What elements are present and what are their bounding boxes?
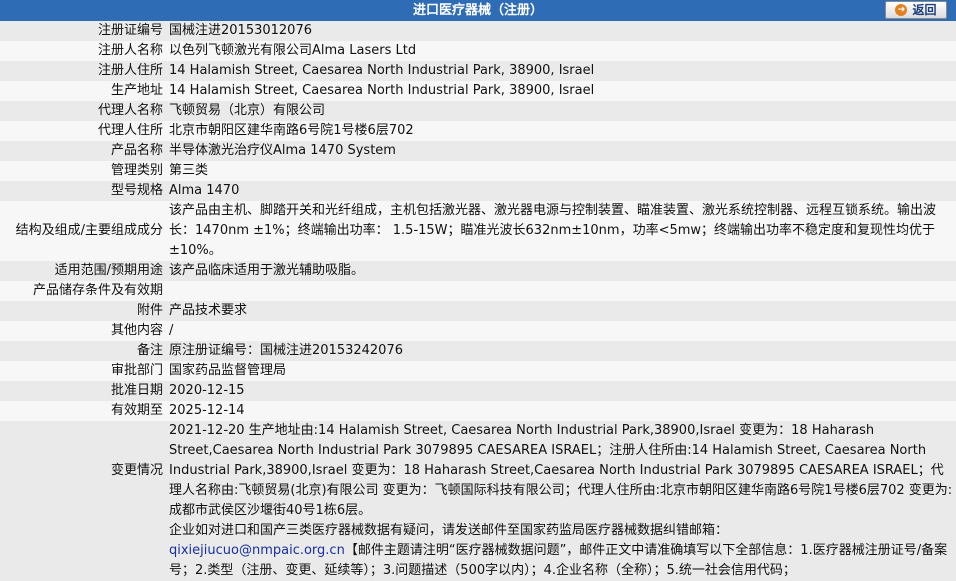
row-label: 备注 xyxy=(136,343,163,358)
page-header: 进口医疗器械（注册） ➜ 返回 xyxy=(0,0,956,21)
back-button-label: 返回 xyxy=(912,3,937,17)
row-label: 注册证编号 xyxy=(97,23,163,38)
row-value: 第三类 xyxy=(169,163,209,178)
row-label: 注册人住所 xyxy=(97,63,163,78)
table-row: 产品储存条件及有效期 xyxy=(0,281,956,301)
row-label: 有效期至 xyxy=(110,403,163,418)
row-label: 管理类别 xyxy=(110,163,163,178)
table-row: 附件 产品技术要求 xyxy=(0,301,956,321)
row-value: 14 Halamish Street, Caesarea North Indus… xyxy=(169,83,595,98)
row-label: 生产地址 xyxy=(110,83,163,98)
table-row: 代理人住所 北京市朝阳区建华南路6号院1号楼6层702 xyxy=(0,121,956,141)
table-row: 型号规格 Alma 1470 xyxy=(0,181,956,201)
table-row: 生产地址 14 Halamish Street, Caesarea North I… xyxy=(0,81,956,101)
back-button[interactable]: ➜ 返回 xyxy=(885,1,947,19)
notice-label xyxy=(0,521,166,581)
row-label: 批准日期 xyxy=(110,383,163,398)
row-value: 国家药品监督管理局 xyxy=(169,363,287,378)
notice-row: 企业如对进口和国产三类医疗器械数据有疑问，请发送邮件至国家药监局医疗器械数据纠错… xyxy=(0,521,956,581)
table-row: 产品名称 半导体激光治疗仪Alma 1470 System xyxy=(0,141,956,161)
row-label: 产品储存条件及有效期 xyxy=(32,283,163,298)
back-arrow-icon: ➜ xyxy=(895,4,908,16)
notice-cell: 企业如对进口和国产三类医疗器械数据有疑问，请发送邮件至国家药监局医疗器械数据纠错… xyxy=(166,521,956,581)
row-value: 北京市朝阳区建华南路6号院1号楼6层702 xyxy=(169,123,414,138)
table-row: 注册人名称 以色列飞顿激光有限公司Alma Lasers Ltd xyxy=(0,41,956,61)
table-row: 注册人住所 14 Halamish Street, Caesarea North … xyxy=(0,61,956,81)
table-row: 其他内容 / xyxy=(0,321,956,341)
detail-table: 注册证编号 国械注进20153012076 注册人名称 以色列飞顿激光有限公司Alma… xyxy=(0,21,956,581)
table-row: 适用范围/预期用途 该产品临床适用于激光辅助吸脂。 xyxy=(0,261,956,281)
row-label: 附件 xyxy=(136,303,163,318)
row-value: 半导体激光治疗仪Alma 1470 System xyxy=(169,143,396,158)
row-label: 审批部门 xyxy=(110,363,163,378)
row-label: 变更情况 xyxy=(110,463,163,478)
row-value: 该产品由主机、脚踏开关和光纤组成，主机包括激光器、激光器电源与控制装置、瞄准装置… xyxy=(169,203,937,258)
row-value: 2020-12-15 xyxy=(169,383,245,398)
row-value: 2021-12-20 生产地址由:14 Halamish Street, Cae… xyxy=(169,423,953,518)
page-title: 进口医疗器械（注册） xyxy=(412,3,543,18)
row-label: 结构及组成/主要组成成分 xyxy=(15,223,163,238)
notice-text-before: 企业如对进口和国产三类医疗器械数据有疑问，请发送邮件至国家药监局医疗器械数据纠错… xyxy=(169,523,729,538)
table-row: 有效期至 2025-12-14 xyxy=(0,401,956,421)
row-label: 型号规格 xyxy=(110,183,163,198)
row-value: 飞顿贸易（北京）有限公司 xyxy=(169,103,326,118)
row-value: 以色列飞顿激光有限公司Alma Lasers Ltd xyxy=(169,43,417,58)
table-row: 变更情况 2021-12-20 生产地址由:14 Halamish Street,… xyxy=(0,421,956,521)
row-label: 代理人住所 xyxy=(97,123,163,138)
table-row: 代理人名称 飞顿贸易（北京）有限公司 xyxy=(0,101,956,121)
table-row: 审批部门 国家药品监督管理局 xyxy=(0,361,956,381)
row-label: 产品名称 xyxy=(110,143,163,158)
row-value xyxy=(166,281,956,301)
row-value: 该产品临床适用于激光辅助吸脂。 xyxy=(169,263,365,278)
table-row: 结构及组成/主要组成成分 该产品由主机、脚踏开关和光纤组成，主机包括激光器、激光器… xyxy=(0,201,956,261)
row-value: 国械注进20153012076 xyxy=(169,23,312,38)
row-value: / xyxy=(169,323,174,338)
row-value: 原注册证编号：国械注进20153242076 xyxy=(169,343,403,358)
table-row: 备注 原注册证编号：国械注进20153242076 xyxy=(0,341,956,361)
row-label: 代理人名称 xyxy=(97,103,163,118)
row-label: 适用范围/预期用途 xyxy=(54,263,163,278)
correction-email-link[interactable]: qixiejiucuo@nmpaic.org.cn xyxy=(169,543,345,558)
table-row: 注册证编号 国械注进20153012076 xyxy=(0,21,956,41)
table-row: 批准日期 2020-12-15 xyxy=(0,381,956,401)
row-value: 产品技术要求 xyxy=(169,303,248,318)
row-label: 注册人名称 xyxy=(97,43,163,58)
table-row: 管理类别 第三类 xyxy=(0,161,956,181)
row-value: Alma 1470 xyxy=(169,183,240,198)
row-label: 其他内容 xyxy=(110,323,163,338)
row-value: 14 Halamish Street, Caesarea North Indus… xyxy=(169,63,595,78)
row-value: 2025-12-14 xyxy=(169,403,245,418)
